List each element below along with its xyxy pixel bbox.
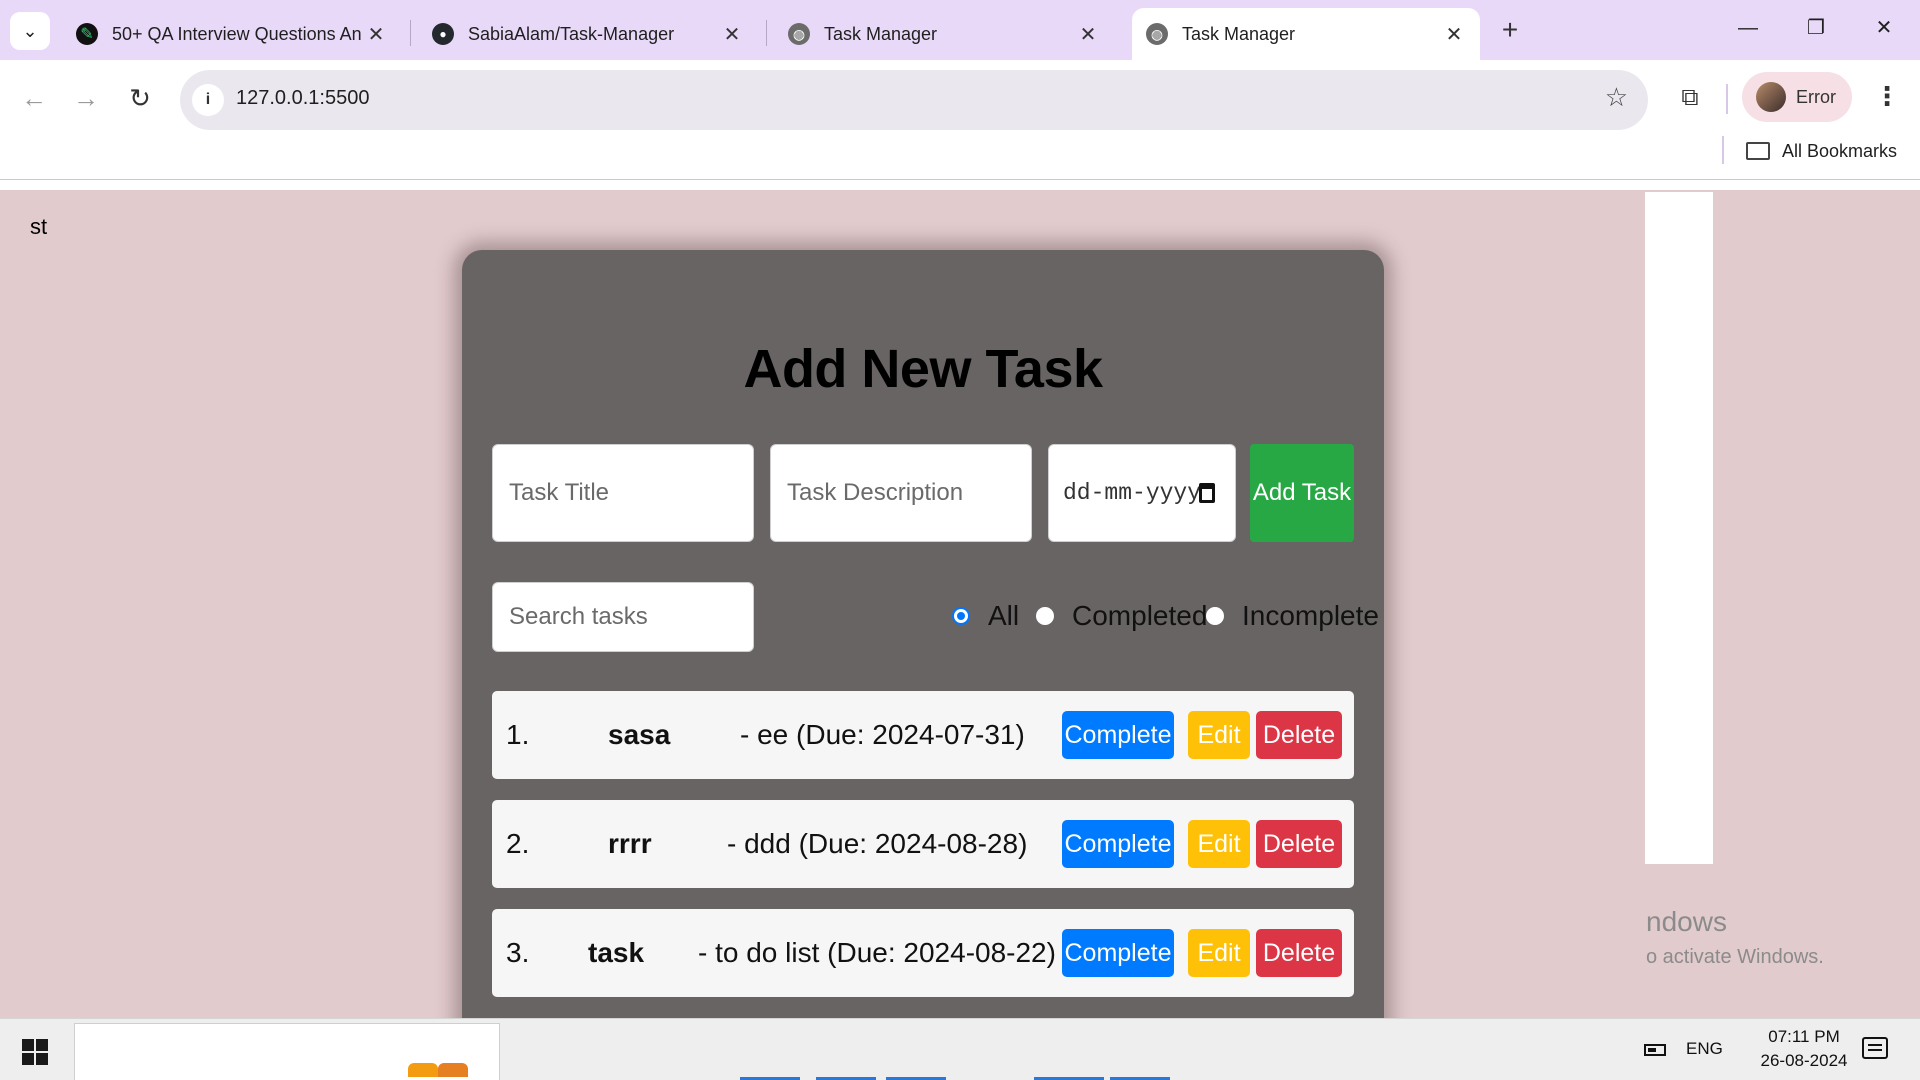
- close-icon[interactable]: ✕: [720, 22, 744, 47]
- task-description: - to do list (Due: 2024-08-22): [698, 937, 1056, 968]
- corner-text: st: [30, 214, 48, 239]
- bookmarks-label: All Bookmarks: [1782, 140, 1898, 161]
- tab-title: 50+ QA Interview Questions An: [112, 23, 362, 44]
- close-icon[interactable]: ✕: [364, 22, 388, 47]
- tab-title: Task Manager: [1182, 23, 1296, 44]
- taskbar: ENG 07:11 PM 26-08-2024: [0, 1018, 1920, 1080]
- tab-separator: [766, 20, 767, 46]
- taskbar-apps: [408, 1059, 1180, 1080]
- delete-button[interactable]: Delete: [1256, 820, 1342, 868]
- clock[interactable]: 07:11 PM 26-08-2024: [1744, 1025, 1864, 1073]
- folder-icon: [1746, 142, 1770, 160]
- site-info-icon[interactable]: i: [192, 84, 224, 116]
- task-description-input[interactable]: [770, 444, 1032, 542]
- language-indicator[interactable]: ENG: [1686, 1039, 1723, 1059]
- tab-title: SabiaAlam/Task-Manager: [468, 23, 675, 44]
- all-bookmarks-button[interactable]: All Bookmarks: [1746, 136, 1897, 166]
- tab-strip: ⌄ ✎ 50+ QA Interview Questions An ✕ ● Sa…: [0, 0, 1920, 60]
- delete-button[interactable]: Delete: [1256, 711, 1342, 759]
- close-icon[interactable]: ✕: [1442, 22, 1466, 47]
- due-date-input[interactable]: dd-mm-yyyy: [1048, 444, 1236, 542]
- radio-incomplete[interactable]: [1206, 607, 1224, 625]
- task-title: rrrr: [608, 828, 652, 859]
- tab-qa-questions[interactable]: ✎ 50+ QA Interview Questions An ✕: [62, 8, 402, 60]
- tab-title: Task Manager: [824, 23, 938, 44]
- clock-date: 26-08-2024: [1760, 1051, 1848, 1070]
- search-input[interactable]: [492, 582, 754, 652]
- github-icon: ●: [432, 23, 454, 45]
- filter-incomplete[interactable]: Incomplete: [1206, 600, 1379, 632]
- edit-button[interactable]: Edit: [1188, 820, 1250, 868]
- filter-completed[interactable]: Completed: [1036, 600, 1207, 632]
- task-title-input[interactable]: [492, 444, 754, 542]
- filter-label: Completed: [1072, 600, 1208, 631]
- task-description: - ee (Due: 2024-07-31): [740, 719, 1025, 750]
- tab-github-repo[interactable]: ● SabiaAlam/Task-Manager ✕: [418, 8, 758, 60]
- menu-icon[interactable]: ⋮: [1872, 76, 1902, 116]
- extensions-icon[interactable]: ⧉: [1670, 78, 1710, 118]
- date-placeholder: dd-mm-yyyy: [1063, 480, 1202, 506]
- notification-icon[interactable]: [1862, 1037, 1888, 1059]
- calendar-icon[interactable]: [1199, 483, 1215, 503]
- complete-button[interactable]: Complete: [1062, 929, 1174, 977]
- activate-windows-title: ndows: [1646, 906, 1727, 937]
- edit-button[interactable]: Edit: [1188, 929, 1250, 977]
- task-description: - ddd (Due: 2024-08-28): [727, 828, 1028, 859]
- edit-button[interactable]: Edit: [1188, 711, 1250, 759]
- task-number: 1.: [506, 719, 530, 750]
- back-icon[interactable]: ←: [14, 78, 54, 118]
- bookmark-star-icon[interactable]: ☆: [1605, 82, 1628, 113]
- radio-completed[interactable]: [1036, 607, 1054, 625]
- tab-search-button[interactable]: ⌄: [10, 12, 50, 50]
- clock-time: 07:11 PM: [1768, 1027, 1840, 1046]
- minimize-icon[interactable]: —: [1720, 8, 1776, 48]
- filter-all[interactable]: All: [952, 600, 1019, 632]
- task-row: 1. sasa - ee (Due: 2024-07-31) Complete …: [492, 691, 1354, 779]
- close-icon[interactable]: ✕: [1076, 22, 1100, 47]
- white-panel: [1645, 192, 1713, 864]
- globe-icon: ◍: [788, 23, 810, 45]
- task-title: sasa: [608, 719, 671, 750]
- filter-label: Incomplete: [1242, 600, 1379, 631]
- new-tab-button[interactable]: +: [1494, 12, 1526, 48]
- tab-separator: [410, 20, 411, 46]
- complete-button[interactable]: Complete: [1062, 820, 1174, 868]
- browser-toolbar: ← → ↻ i 127.0.0.1:5500 ☆ ⧉ Error ⋮ All B…: [0, 60, 1920, 190]
- task-row: 3. task - to do list (Due: 2024-08-22) C…: [492, 909, 1354, 997]
- windows-start-icon[interactable]: [22, 1039, 48, 1065]
- delete-button[interactable]: Delete: [1256, 929, 1342, 977]
- profile-button[interactable]: Error: [1742, 72, 1852, 122]
- restore-icon[interactable]: ❐: [1788, 8, 1844, 48]
- radio-all[interactable]: [952, 607, 970, 625]
- chevron-down-icon: ⌄: [22, 20, 38, 41]
- task-number: 3.: [506, 937, 530, 968]
- bookmarks-separator: [1722, 136, 1724, 164]
- battery-icon[interactable]: [1644, 1044, 1666, 1056]
- feather-icon: ✎: [76, 23, 98, 45]
- close-window-icon[interactable]: ✕: [1856, 8, 1912, 48]
- activate-windows-subtitle: o activate Windows.: [1646, 946, 1824, 968]
- task-row: 2. rrrr - ddd (Due: 2024-08-28) Complete…: [492, 800, 1354, 888]
- filter-label: All: [988, 600, 1020, 631]
- task-number: 2.: [506, 828, 530, 859]
- tab-task-manager-active[interactable]: ◍ Task Manager ✕: [1132, 8, 1480, 60]
- avatar: [1756, 82, 1786, 112]
- toolbar-divider: [0, 179, 1920, 180]
- globe-icon: ◍: [1146, 23, 1168, 45]
- forward-icon[interactable]: →: [66, 78, 106, 118]
- complete-button[interactable]: Complete: [1062, 711, 1174, 759]
- url-text: 127.0.0.1:5500: [236, 87, 370, 109]
- reload-icon[interactable]: ↻: [120, 78, 160, 118]
- address-bar[interactable]: i 127.0.0.1:5500 ☆: [180, 70, 1648, 130]
- tab-task-manager[interactable]: ◍ Task Manager ✕: [774, 8, 1114, 60]
- add-task-button[interactable]: Add Task: [1250, 444, 1354, 542]
- task-card: Add New Task dd-mm-yyyy Add Task All Com…: [462, 250, 1384, 1080]
- task-title: task: [588, 937, 645, 968]
- profile-label: Error: [1796, 86, 1836, 107]
- toolbar-separator: [1726, 84, 1728, 114]
- page-title: Add New Task: [743, 339, 1103, 399]
- app-icon[interactable]: [438, 1063, 468, 1077]
- app-icon[interactable]: [408, 1063, 438, 1077]
